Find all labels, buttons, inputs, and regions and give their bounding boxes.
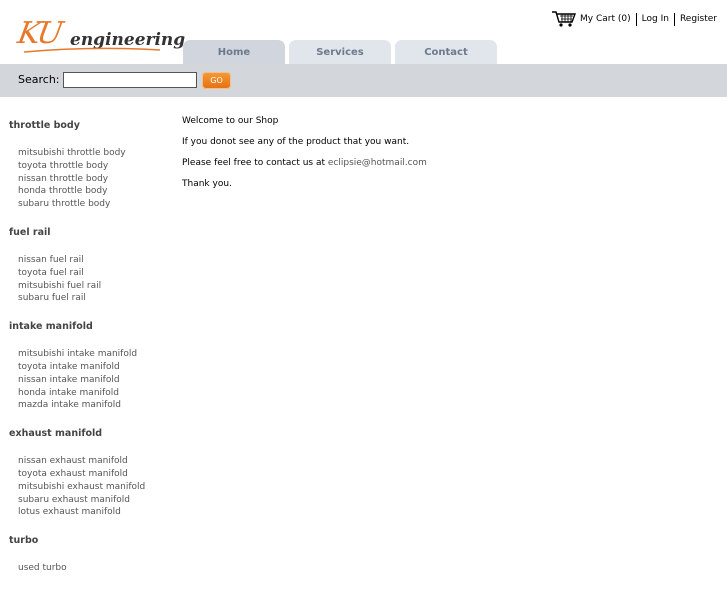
main-nav: Home Services Contact <box>183 40 497 64</box>
contact-text: Please feel free to contact us at eclips… <box>182 158 427 168</box>
category-link[interactable]: toyota throttle body <box>18 160 169 173</box>
account-links: My Cart (0) Log In Register <box>551 10 717 28</box>
category-list: nissan exhaust manifold toyota exhaust m… <box>18 455 169 519</box>
divider <box>673 12 675 26</box>
login-link[interactable]: Log In <box>642 14 669 24</box>
category-link[interactable]: nissan exhaust manifold <box>18 455 169 468</box>
contact-prefix: Please feel free to contact us at <box>182 158 328 168</box>
search-label: Search: <box>18 73 60 86</box>
category-link[interactable]: subaru exhaust manifold <box>18 494 169 507</box>
category-title: exhaust manifold <box>9 428 103 440</box>
category-link[interactable]: toyota intake manifold <box>18 361 169 374</box>
shopping-cart-icon[interactable] <box>551 10 577 28</box>
category-link[interactable]: subaru fuel rail <box>18 292 169 305</box>
category-link[interactable]: lotus exhaust manifold <box>18 506 169 519</box>
category-list: nissan fuel rail toyota fuel rail mitsub… <box>18 254 169 305</box>
category-link[interactable]: subaru throttle body <box>18 198 169 211</box>
category-link[interactable]: nissan intake manifold <box>18 374 169 387</box>
tab-home[interactable]: Home <box>183 40 285 64</box>
category-link[interactable]: mitsubishi fuel rail <box>18 280 169 293</box>
category-list: mitsubishi throttle body toyota throttle… <box>18 147 169 211</box>
welcome-text: Welcome to our Shop <box>182 116 279 126</box>
info-text: If you donot see any of the product that… <box>182 137 410 147</box>
category-title: fuel rail <box>9 226 51 238</box>
category-list: used turbo <box>18 562 169 575</box>
category-link[interactable]: mazda intake manifold <box>18 399 169 412</box>
search-input[interactable] <box>63 72 197 88</box>
divider <box>635 12 637 26</box>
search-bar: Search: GO <box>0 64 727 97</box>
category-title: turbo <box>9 535 39 547</box>
category-title: intake manifold <box>9 321 93 333</box>
category-link[interactable]: mitsubishi intake manifold <box>18 348 169 361</box>
tab-services[interactable]: Services <box>289 40 391 64</box>
category-link[interactable]: toyota fuel rail <box>18 267 169 280</box>
category-link[interactable]: toyota exhaust manifold <box>18 468 169 481</box>
go-button[interactable]: GO <box>202 72 231 89</box>
tab-contact[interactable]: Contact <box>395 40 497 64</box>
logo-swoosh-icon <box>23 47 161 53</box>
category-link[interactable]: mitsubishi exhaust manifold <box>18 481 169 494</box>
category-link[interactable]: mitsubishi throttle body <box>18 147 169 160</box>
category-sidebar: throttle body mitsubishi throttle body t… <box>9 120 169 591</box>
email-link[interactable]: eclipsie@hotmail.com <box>328 158 427 168</box>
category-link[interactable]: used turbo <box>18 562 169 575</box>
my-cart-link[interactable]: My Cart (0) <box>580 14 631 24</box>
category-title: throttle body <box>9 120 80 131</box>
category-link[interactable]: honda intake manifold <box>18 387 169 400</box>
register-link[interactable]: Register <box>680 14 717 24</box>
category-link[interactable]: honda throttle body <box>18 185 169 198</box>
main-content: Welcome to our Shop If you donot see any… <box>182 116 427 200</box>
site-logo[interactable]: KU engineering <box>15 16 185 56</box>
thanks-text: Thank you. <box>182 179 232 189</box>
category-list: mitsubishi intake manifold toyota intake… <box>18 348 169 412</box>
category-link[interactable]: nissan fuel rail <box>18 254 169 267</box>
category-link[interactable]: nissan throttle body <box>18 173 169 186</box>
